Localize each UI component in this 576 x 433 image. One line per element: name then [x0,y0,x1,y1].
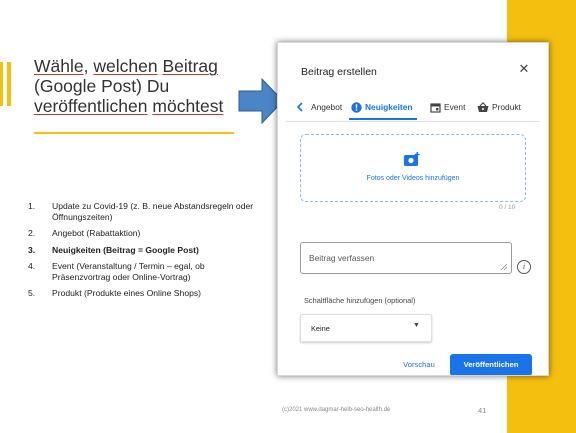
tab-label: Angebot [311,102,343,112]
tab-label: Produkt [492,102,521,112]
list-text: Angebot (Rabattaktion) [52,228,141,238]
post-type-tabs: Angebot Neuigkeiten Event Produkt [296,96,536,118]
list-item: 2. Angebot (Rabattaktion) [28,228,260,239]
list-number: 4. [28,261,36,271]
list-item: 1. Update zu Covid-19 (z. B. neue Abstand… [28,201,260,222]
accent-bar-left-2 [7,62,11,106]
accent-bar-left [0,62,3,106]
close-icon[interactable]: ✕ [515,61,533,79]
list-number: 2. [28,228,36,238]
upload-label: Fotos oder Videos hinzufügen [366,175,460,182]
media-counter: 0 / 10 [499,204,516,211]
list-number: 3. [28,244,36,255]
list-number: 5. [28,288,36,298]
page-number: 41 [478,406,487,415]
title-text: , [83,56,94,76]
list-text: Neuigkeiten (Beitrag = Google Post) [52,244,199,255]
resize-handle-icon[interactable] [500,263,508,271]
title-word: welchen [93,56,158,76]
alert-icon [351,101,362,113]
add-photo-icon [404,152,420,166]
title-word: Beitrag [162,56,218,76]
list-item: 5. Produkt (Produkte eines Online Shops) [28,288,260,299]
dialog-body: Beitrag erstellen ✕ Angebot Neuigkeiten … [286,52,540,375]
tab-label: Neuigkeiten [365,102,413,112]
title-word: möchtest [152,96,224,116]
dialog-title: Beitrag erstellen [301,66,377,78]
media-upload-zone[interactable]: Fotos oder Videos hinzufügen [300,134,526,202]
title-divider [34,132,234,134]
post-text-field[interactable]: Beitrag verfassen [300,242,512,274]
tab-neuigkeiten[interactable]: Neuigkeiten [351,96,412,118]
tab-event[interactable]: Event [430,96,465,118]
cta-select-value: Keine [311,324,330,333]
post-text-placeholder: Beitrag verfassen [309,253,375,263]
list-text: Produkt (Produkte eines Online Shops) [52,288,202,298]
post-type-list: 1. Update zu Covid-19 (z. B. neue Abstand… [28,201,260,305]
publish-button[interactable]: Veröffentlichen [450,354,532,375]
list-text: Event (Veranstaltung / Termin – egal, ob… [52,261,205,282]
tab-produkt[interactable]: Produkt [477,96,521,118]
cta-heading: Schaltfläche hinzufügen (optional) [304,296,416,305]
list-item-highlighted: 3. Neuigkeiten (Beitrag = Google Post) [28,245,260,256]
preview-button[interactable]: Vorschau [394,354,444,375]
calendar-icon [430,102,441,113]
title-word: Wähle [34,56,84,76]
footer-credit: (c)2021 www.dagmar-helb-seo-health.de [282,407,391,413]
tab-angebot[interactable]: Angebot [296,96,342,118]
chevron-down-icon: ▼ [413,322,420,329]
title-word: veröffentlichen [34,96,148,116]
title-text: (Google Post) Du [34,76,170,96]
list-number: 1. [28,201,36,211]
create-post-dialog: Beitrag erstellen ✕ Angebot Neuigkeiten … [277,42,549,376]
tabs-divider [286,121,540,122]
info-icon[interactable]: i [517,260,531,274]
slide-title: Wähle, welchen Beitrag (Google Post) Du … [34,56,264,116]
cta-select[interactable]: Keine ▼ [300,314,432,342]
shopping-basket-icon [477,101,489,112]
list-item: 4. Event (Veranstaltung / Termin – egal, … [28,261,260,282]
list-text: Update zu Covid-19 (z. B. neue Abstandsr… [52,201,254,222]
active-tab-indicator [349,118,417,120]
tab-label: Event [444,102,466,112]
chevron-left-icon [296,102,303,112]
